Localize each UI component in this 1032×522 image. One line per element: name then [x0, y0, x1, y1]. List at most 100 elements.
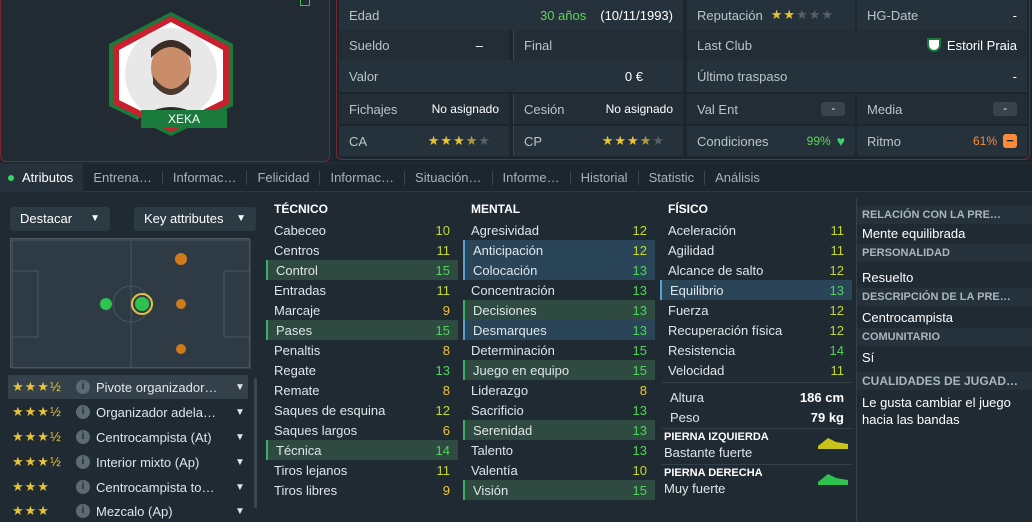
role-row[interactable]: ★★★ i Mezcalo (Ap) ▼ [8, 500, 248, 522]
attribute-row[interactable]: Desmarques 13 [463, 320, 655, 340]
info-icon[interactable]: i [76, 504, 90, 518]
attribute-name: Juego en equipo [473, 362, 570, 378]
attribute-row[interactable]: Alcance de salto 12 [660, 260, 852, 280]
attribute-row[interactable]: Remate 8 [266, 380, 458, 400]
role-row[interactable]: ★★★½ i Centrocampista (At) ▼ [8, 425, 248, 449]
attribute-name: Regate [274, 362, 316, 378]
player-portrait[interactable]: XEKA [101, 10, 241, 138]
attribute-row[interactable]: Entradas 11 [266, 280, 458, 300]
attribute-row[interactable]: Aceleración 11 [660, 220, 852, 240]
tab-statistic[interactable]: Statistic [639, 164, 705, 192]
tab-informacion-1[interactable]: Informac… [163, 164, 247, 192]
role-name: Mezcalo (Ap) [96, 503, 173, 519]
chevron-down-icon[interactable]: ▼ [232, 432, 248, 443]
condiciones-row: Condiciones 99% ♥ [687, 126, 855, 156]
tab-situacion[interactable]: Situación… [405, 164, 491, 192]
role-name: Centrocampista (At) [96, 429, 212, 445]
sueldo-value: – [475, 37, 483, 53]
select-marker[interactable] [300, 0, 310, 6]
info-icon[interactable]: i [76, 480, 90, 494]
destacar-dropdown[interactable]: Destacar ▼ [10, 207, 110, 231]
attribute-row[interactable]: Tiros lejanos 11 [266, 460, 458, 480]
attribute-row[interactable]: Juego en equipo 15 [463, 360, 655, 380]
attribute-row[interactable]: Velocidad 11 [660, 360, 852, 380]
attribute-row[interactable]: Determinación 15 [463, 340, 655, 360]
attribute-value: 13 [632, 322, 647, 338]
attribute-row[interactable]: Saques de esquina 12 [266, 400, 458, 420]
ca-stars: ★★★★★ [427, 133, 491, 148]
attribute-row[interactable]: Valentía 10 [463, 460, 655, 480]
attribute-row[interactable]: Regate 13 [266, 360, 458, 380]
tab-entrenamiento[interactable]: Entrena… [83, 164, 162, 192]
cualidades-value-2: hacia las bandas [862, 412, 960, 427]
attribute-row[interactable]: Talento 13 [463, 440, 655, 460]
attribute-row[interactable]: Anticipación 12 [463, 240, 655, 260]
attribute-row[interactable]: Serenidad 13 [463, 420, 655, 440]
attribute-row[interactable]: Liderazgo 8 [463, 380, 655, 400]
tab-historial[interactable]: Historial [571, 164, 638, 192]
cualidades-heading: CUALIDADES DE JUGAD… [857, 372, 1032, 390]
attribute-value: 6 [442, 422, 450, 438]
info-icon[interactable]: i [76, 455, 90, 469]
personalidad-value: Resuelto [862, 270, 914, 285]
attribute-row[interactable]: Decisiones 13 [463, 300, 655, 320]
attribute-name: Tiros lejanos [274, 462, 348, 478]
attribute-name: Decisiones [473, 302, 537, 318]
attribute-value: 15 [632, 362, 647, 378]
role-row[interactable]: ★★★½ i Interior mixto (Ap) ▼ [8, 450, 248, 474]
attribute-row[interactable]: Recuperación física 12 [660, 320, 852, 340]
attribute-row[interactable]: Tiros libres 9 [266, 480, 458, 500]
attribute-row[interactable]: Control 15 [266, 260, 458, 280]
cesion-value: No asignado [605, 102, 673, 116]
attribute-value: 14 [435, 442, 450, 458]
attribute-row[interactable]: Resistencia 14 [660, 340, 852, 360]
attribute-row[interactable]: Penaltis 8 [266, 340, 458, 360]
attribute-row[interactable]: Agilidad 11 [660, 240, 852, 260]
cesion-row: Cesión No asignado [513, 94, 683, 124]
attribute-row[interactable]: Pases 15 [266, 320, 458, 340]
info-icon[interactable]: i [76, 430, 90, 444]
valent-label: Val Ent [697, 101, 738, 117]
chevron-down-icon[interactable]: ▼ [232, 506, 248, 517]
left-boot-icon [818, 438, 848, 449]
attribute-row[interactable]: Sacrificio 13 [463, 400, 655, 420]
tecnico-column: TÉCNICO Cabeceo 10 Centros 11 Control 15 Entra… [266, 198, 458, 500]
role-row[interactable]: ★★★½ i Organizador adela… ▼ [8, 400, 248, 424]
role-row[interactable]: ★★★½ i Pivote organizador… ▼ [8, 375, 248, 399]
attribute-row[interactable]: Cabeceo 10 [266, 220, 458, 240]
attribute-row[interactable]: Fuerza 12 [660, 300, 852, 320]
chevron-down-icon[interactable]: ▼ [232, 482, 248, 493]
tab-atributos[interactable]: Atributos [0, 164, 84, 192]
attribute-row[interactable]: Equilibrio 13 [660, 280, 852, 300]
attribute-row[interactable]: Saques largos 6 [266, 420, 458, 440]
attribute-value: 12 [435, 402, 450, 418]
tab-informacion-2[interactable]: Informac… [320, 164, 404, 192]
role-row[interactable]: ★★★ i Centrocampista to… ▼ [8, 475, 248, 499]
chevron-down-icon[interactable]: ▼ [232, 407, 248, 418]
attribute-row[interactable]: Concentración 13 [463, 280, 655, 300]
peso-row: Peso 79 kg [662, 407, 852, 427]
attribute-row[interactable]: Visión 15 [463, 480, 655, 500]
valor-value: 0 € [624, 68, 643, 84]
attribute-value: 11 [436, 462, 451, 478]
attribute-row[interactable]: Agresividad 12 [463, 220, 655, 240]
attribute-value: 9 [442, 302, 450, 318]
ca-row: CA ★★★★★ [339, 126, 509, 156]
chevron-down-icon[interactable]: ▼ [232, 457, 248, 468]
attribute-row[interactable]: Técnica 14 [266, 440, 458, 460]
media-row: Media - [857, 94, 1027, 124]
tab-informe[interactable]: Informe… [493, 164, 570, 192]
tab-felicidad[interactable]: Felicidad [247, 164, 319, 192]
attribute-row[interactable]: Centros 11 [266, 240, 458, 260]
info-icon[interactable]: i [76, 380, 90, 394]
attribute-row[interactable]: Colocación 13 [463, 260, 655, 280]
roles-scrollbar[interactable] [254, 378, 257, 508]
tab-analisis[interactable]: Análisis [705, 164, 770, 192]
last-club-value[interactable]: Estoril Praia [947, 38, 1017, 53]
chevron-down-icon[interactable]: ▼ [232, 382, 248, 393]
attribute-row[interactable]: Marcaje 9 [266, 300, 458, 320]
attribute-name: Control [276, 262, 318, 278]
info-icon[interactable]: i [76, 405, 90, 419]
key-attributes-dropdown[interactable]: Key attributes ▼ [134, 207, 256, 231]
formation-pitch[interactable] [10, 238, 251, 369]
